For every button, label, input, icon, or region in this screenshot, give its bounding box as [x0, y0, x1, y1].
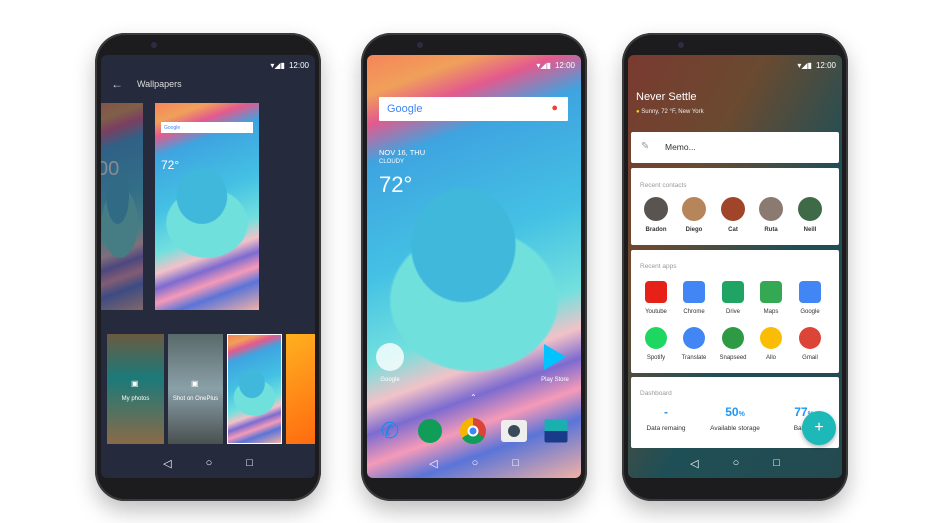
allo-icon[interactable]: [760, 327, 782, 349]
app-label: Translate: [681, 355, 707, 361]
google-icon[interactable]: [799, 281, 821, 303]
recent-apps-card: Recent apps Youtube Chrome Drive Maps Google…: [631, 250, 839, 373]
app-label: Spotify: [646, 355, 666, 361]
wifi-icon: ▾◢▮: [270, 61, 285, 70]
dashboard-label: Data remaing: [646, 425, 686, 432]
translate-icon[interactable]: [683, 327, 705, 349]
google-search-bar: Google: [161, 122, 253, 133]
drive-icon[interactable]: [722, 281, 744, 303]
image-icon: ▣: [191, 379, 199, 388]
camera-icon[interactable]: [501, 420, 527, 442]
contact-name: Cat: [728, 227, 738, 233]
snapseed-icon[interactable]: [722, 327, 744, 349]
spotify-icon[interactable]: [645, 327, 667, 349]
messages-icon[interactable]: [418, 419, 442, 443]
arrow-left-icon[interactable]: ←: [111, 77, 123, 91]
chevron-up-icon[interactable]: ⌃: [470, 393, 477, 402]
image-icon: ▣: [131, 379, 139, 388]
nav-bar: ◁ ○ □: [367, 448, 581, 478]
app-label: Google: [800, 309, 820, 315]
phone-home: ▾◢▮ 12:00 Google ● NOV 16, THU CLOUDY 72°…: [361, 33, 587, 501]
back-icon[interactable]: ◁: [690, 457, 698, 470]
contact-name: Neill: [803, 227, 817, 233]
wallpapers-screen: ▾◢▮ 12:00 ← Wallpapers 00 Google 72° ▣ My…: [101, 55, 315, 478]
home-screen: ▾◢▮ 12:00 Google ● NOV 16, THU CLOUDY 72°…: [367, 55, 581, 478]
status-bar: ▾◢▮ 12:00: [270, 61, 309, 70]
dashboard-label: Available storage: [710, 425, 760, 432]
weather-line: ● Sunny, 72 °F, New York: [636, 109, 704, 115]
dashboard-value: -: [664, 405, 668, 419]
home-icon[interactable]: ○: [206, 457, 213, 469]
status-bar: ▾◢▮ 12:00: [536, 61, 575, 70]
memo-card[interactable]: ✎ Memo...: [631, 132, 839, 163]
recents-icon[interactable]: □: [773, 457, 780, 469]
google-folder-icon[interactable]: [376, 343, 404, 371]
thumbnail-selected[interactable]: [227, 334, 282, 444]
app-label: Chrome: [683, 309, 705, 315]
thumbnail-shot-on-oneplus[interactable]: ▣ Shot on OnePlus: [168, 334, 223, 444]
mic-icon[interactable]: ●: [551, 102, 558, 114]
status-bar: ▾◢▮ 12:00: [797, 61, 836, 70]
dashboard-value: 50%: [725, 405, 745, 419]
thumbnail-orange[interactable]: [286, 334, 315, 444]
plus-icon[interactable]: +: [802, 411, 836, 445]
phone-shelf: ▾◢▮ 12:00 Never Settle ● Sunny, 72 °F, Ne…: [622, 33, 848, 501]
nav-bar: ◁ ○ □: [628, 448, 842, 478]
contact-avatar[interactable]: [798, 197, 822, 221]
app-label: Drive: [725, 309, 741, 315]
wifi-icon: ▾◢▮: [536, 61, 551, 70]
app-label: Youtube: [645, 309, 667, 315]
chrome-icon[interactable]: [683, 281, 705, 303]
maps-icon[interactable]: [760, 281, 782, 303]
contact-avatar[interactable]: [682, 197, 706, 221]
contact-avatar[interactable]: [759, 197, 783, 221]
wifi-icon: ▾◢▮: [797, 61, 812, 70]
gmail-icon[interactable]: [799, 327, 821, 349]
pencil-icon: ✎: [641, 141, 650, 152]
page-title: Wallpapers: [137, 79, 182, 89]
thumbnail-my-photos[interactable]: ▣ My photos: [107, 334, 164, 444]
recent-contacts-card: Recent contacts Bradon Diego Cat Ruta Neill: [631, 168, 839, 245]
front-camera: [151, 42, 157, 48]
app-label: Snapseed: [719, 355, 747, 361]
phone-icon[interactable]: ✆: [378, 419, 402, 443]
phone-wallpapers: ▾◢▮ 12:00 ← Wallpapers 00 Google 72° ▣ My…: [95, 33, 321, 501]
back-icon[interactable]: ◁: [163, 457, 171, 470]
front-camera: [678, 42, 684, 48]
contact-name: Diego: [685, 227, 703, 233]
contact-name: Bradon: [645, 227, 667, 233]
back-icon[interactable]: ◁: [429, 457, 437, 470]
sun-icon: ●: [636, 109, 640, 115]
shelf-screen: ▾◢▮ 12:00 Never Settle ● Sunny, 72 °F, Ne…: [628, 55, 842, 478]
gallery-icon[interactable]: [544, 419, 568, 443]
shelf-title: Never Settle: [636, 91, 697, 103]
contact-name: Ruta: [764, 227, 778, 233]
chrome-icon[interactable]: [460, 418, 486, 444]
app-label: Maps: [763, 309, 779, 315]
contact-avatar[interactable]: [721, 197, 745, 221]
recents-icon[interactable]: □: [246, 457, 253, 469]
nav-bar: ◁ ○ □: [101, 448, 315, 478]
home-icon[interactable]: ○: [733, 457, 740, 469]
app-label: Gmail: [802, 355, 818, 361]
recents-icon[interactable]: □: [512, 457, 519, 469]
google-search-bar[interactable]: Google ●: [379, 97, 568, 121]
youtube-icon[interactable]: [645, 281, 667, 303]
front-camera: [417, 42, 423, 48]
wallpaper-preview-lock[interactable]: 00: [101, 103, 143, 310]
play-store-icon[interactable]: [544, 344, 566, 370]
contact-avatar[interactable]: [644, 197, 668, 221]
wallpaper-preview-home[interactable]: Google 72°: [155, 103, 259, 310]
home-icon[interactable]: ○: [472, 457, 479, 469]
app-label: Allo: [765, 355, 777, 361]
